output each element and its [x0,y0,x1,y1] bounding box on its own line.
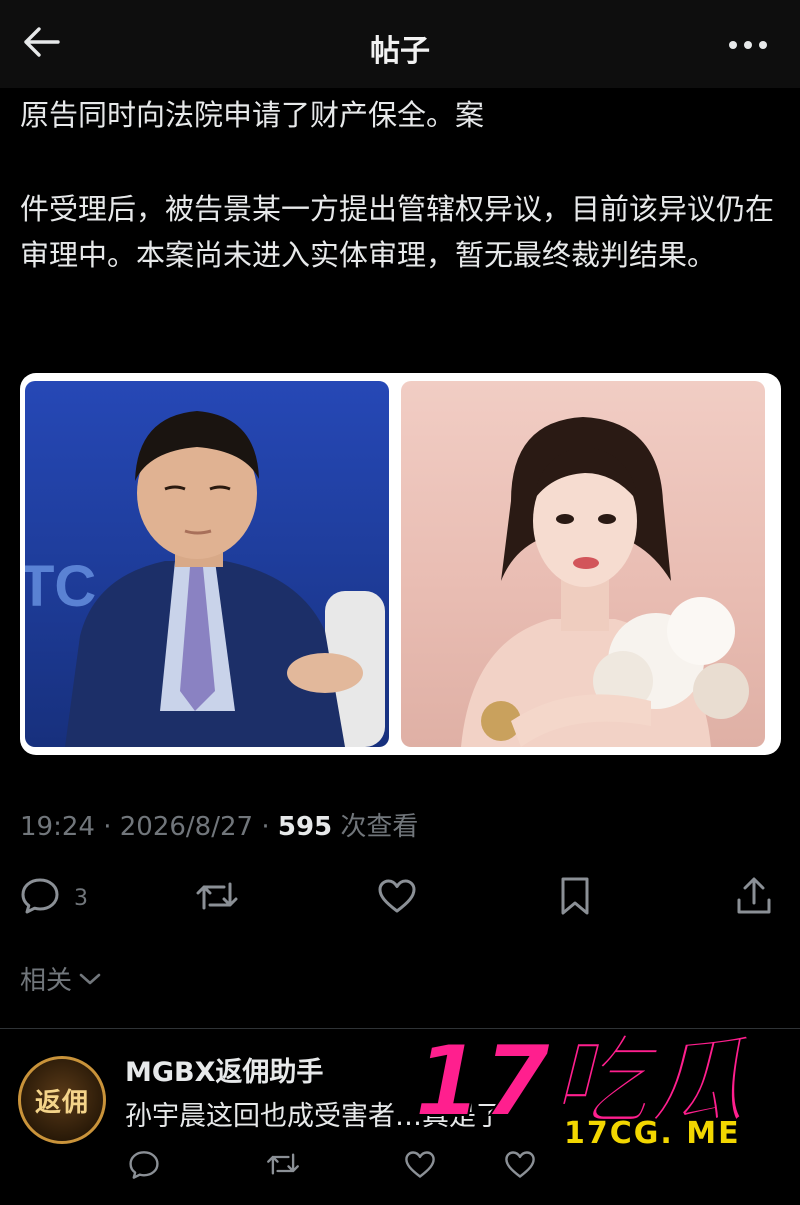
post-media[interactable]: TC [20,373,781,755]
reply-count: 3 [74,885,88,911]
repost-icon [265,1150,301,1182]
related-toggle[interactable]: 相关 [20,960,102,997]
like-icon [404,1150,436,1183]
page-title: 帖子 [370,34,430,69]
reply-like-button-2[interactable] [504,1150,536,1183]
post-text-paragraph-1: 原告同时向法院申请了财产保全。案 [20,98,485,132]
like-icon [504,1150,536,1183]
photo-man-in-suit[interactable]: TC [25,381,389,747]
repost-button[interactable] [194,876,240,920]
repost-icon [194,878,240,918]
related-label: 相关 [20,966,73,996]
section-divider [0,1028,800,1029]
avatar-text: 返佣 [34,1087,89,1118]
meta-separator: · [103,812,112,842]
meta-separator: · [261,812,270,842]
reply-icon [20,877,60,919]
post-action-bar: 3 [0,870,800,926]
reply-button[interactable]: 3 [20,876,88,920]
bookmark-icon [559,876,591,920]
post-meta: 19:24 · 2026/8/27 · 595 次查看 [20,806,418,843]
photo-woman-with-flowers[interactable] [401,381,765,747]
view-count: 595 [277,812,333,842]
post-date: 2026/8/27 [119,812,254,842]
reply-text: 孙宇晨这回也成受害者…真是了 [125,1101,503,1132]
chevron-down-icon [78,964,102,994]
arrow-left-icon [22,26,60,62]
more-horizontal-icon [728,35,768,54]
more-button[interactable] [726,26,770,62]
view-label: 次查看 [340,812,419,842]
share-button[interactable] [735,876,773,920]
top-bar: 帖子 [0,0,800,88]
reply-reply-button[interactable] [128,1150,160,1184]
reply-repost-button[interactable] [265,1150,301,1182]
post-time: 19:24 [20,812,95,842]
reply-icon [128,1150,160,1184]
back-button[interactable] [18,24,64,64]
reply-avatar[interactable]: 返佣 [18,1056,106,1144]
share-icon [735,876,773,920]
reply-author-name[interactable]: MGBX返佣助手 [125,1050,323,1089]
like-icon [377,878,417,918]
svg-text:TC: TC [25,554,96,619]
reply-action-bar [0,1144,800,1194]
like-button[interactable] [377,876,417,920]
bookmark-button[interactable] [559,876,591,920]
reply-like-button[interactable] [404,1150,436,1183]
post-text-paragraph-2: 件受理后，被告景某一方提出管辖权异议，目前该异议仍在审理中。本案尚未进入实体审理… [20,192,775,272]
